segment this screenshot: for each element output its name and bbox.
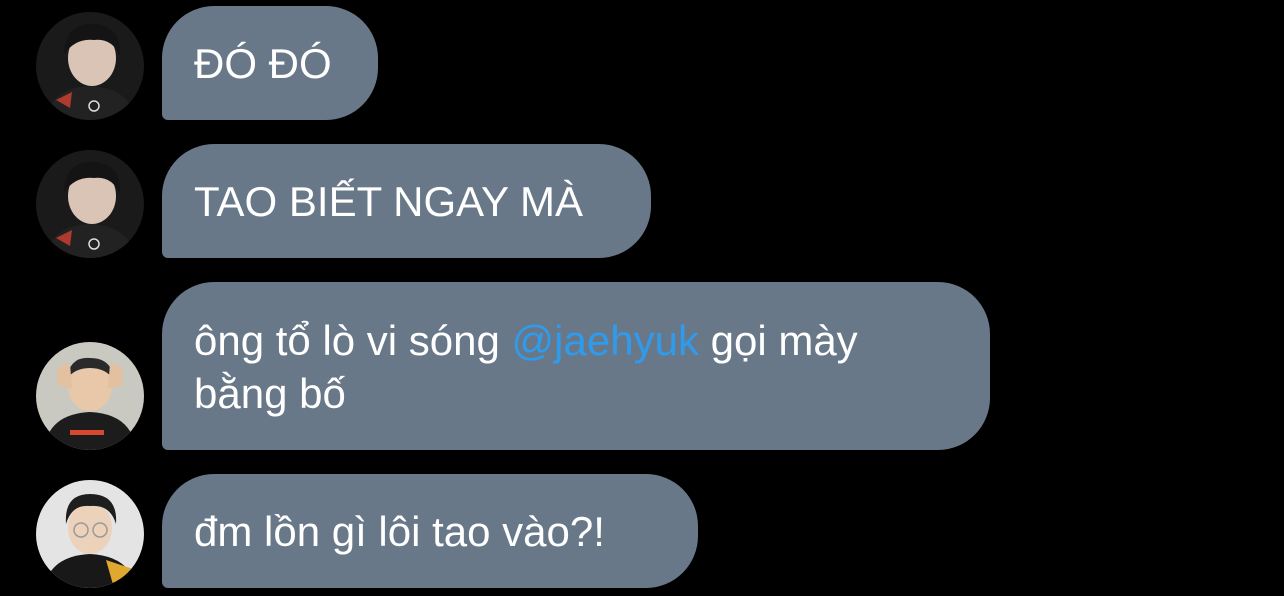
message-text: ĐÓ ĐÓ	[194, 39, 332, 87]
avatar-griffin-player[interactable]	[36, 342, 144, 450]
message-text: TAO BIẾT NGAY MÀ	[194, 177, 583, 225]
mention-link[interactable]: @jaehyuk	[512, 317, 699, 364]
message-text: đm lồn gì lôi tao vào?!	[194, 507, 605, 555]
message-text-line-2: bằng bố	[194, 370, 346, 417]
avatar-glasses-player[interactable]	[36, 480, 144, 588]
avatar-dark-hair-player[interactable]	[36, 150, 144, 258]
avatar-dark-hair-player[interactable]	[36, 12, 144, 120]
message-bubble[interactable]: ĐÓ ĐÓ	[162, 6, 378, 120]
message-text-line-1: ông tổ lò vi sóng @jaehyuk gọi mày	[194, 317, 858, 364]
message-bubble[interactable]: đm lồn gì lôi tao vào?!	[162, 474, 698, 588]
chat-thread: ĐÓ ĐÓ TAO BIẾT NGAY MÀ ông tổ lò vi sóng…	[0, 0, 1284, 596]
message-bubble[interactable]: TAO BIẾT NGAY MÀ	[162, 144, 651, 258]
message-bubble[interactable]: ông tổ lò vi sóng @jaehyuk gọi mày bằng …	[162, 282, 990, 450]
